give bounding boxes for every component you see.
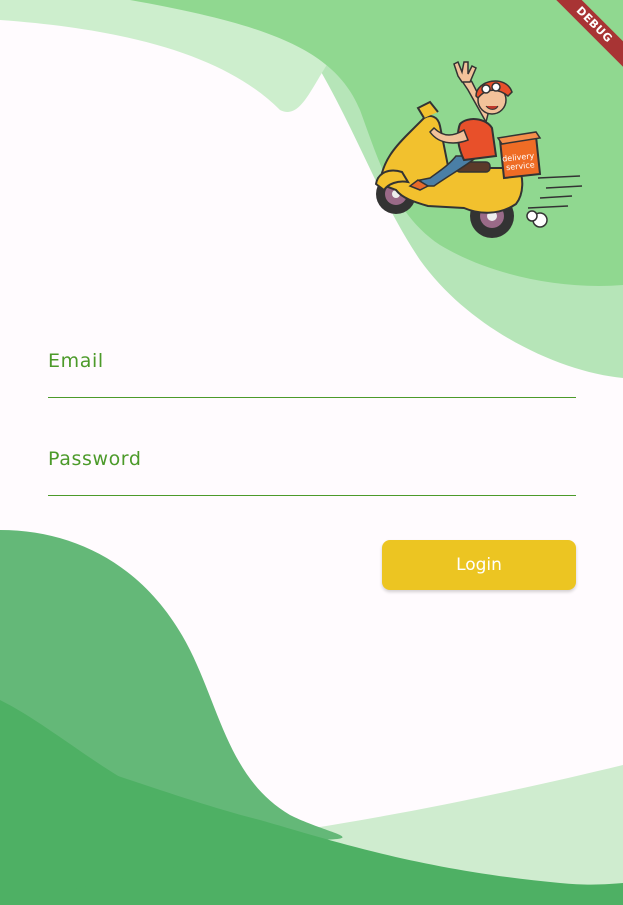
- smoke-puff-icon: [526, 210, 548, 228]
- login-form: Email Password: [48, 330, 580, 526]
- password-input[interactable]: [48, 465, 580, 491]
- delivery-box-icon: delivery service: [496, 131, 542, 180]
- handlebar: [416, 100, 439, 119]
- email-input[interactable]: [48, 367, 580, 393]
- login-button[interactable]: Login: [382, 540, 576, 590]
- rider-hand: [453, 60, 477, 83]
- speed-lines: [527, 175, 583, 209]
- delivery-scooter-illustration: delivery service: [374, 60, 583, 238]
- email-field[interactable]: Email: [48, 330, 580, 398]
- password-field[interactable]: Password: [48, 428, 580, 496]
